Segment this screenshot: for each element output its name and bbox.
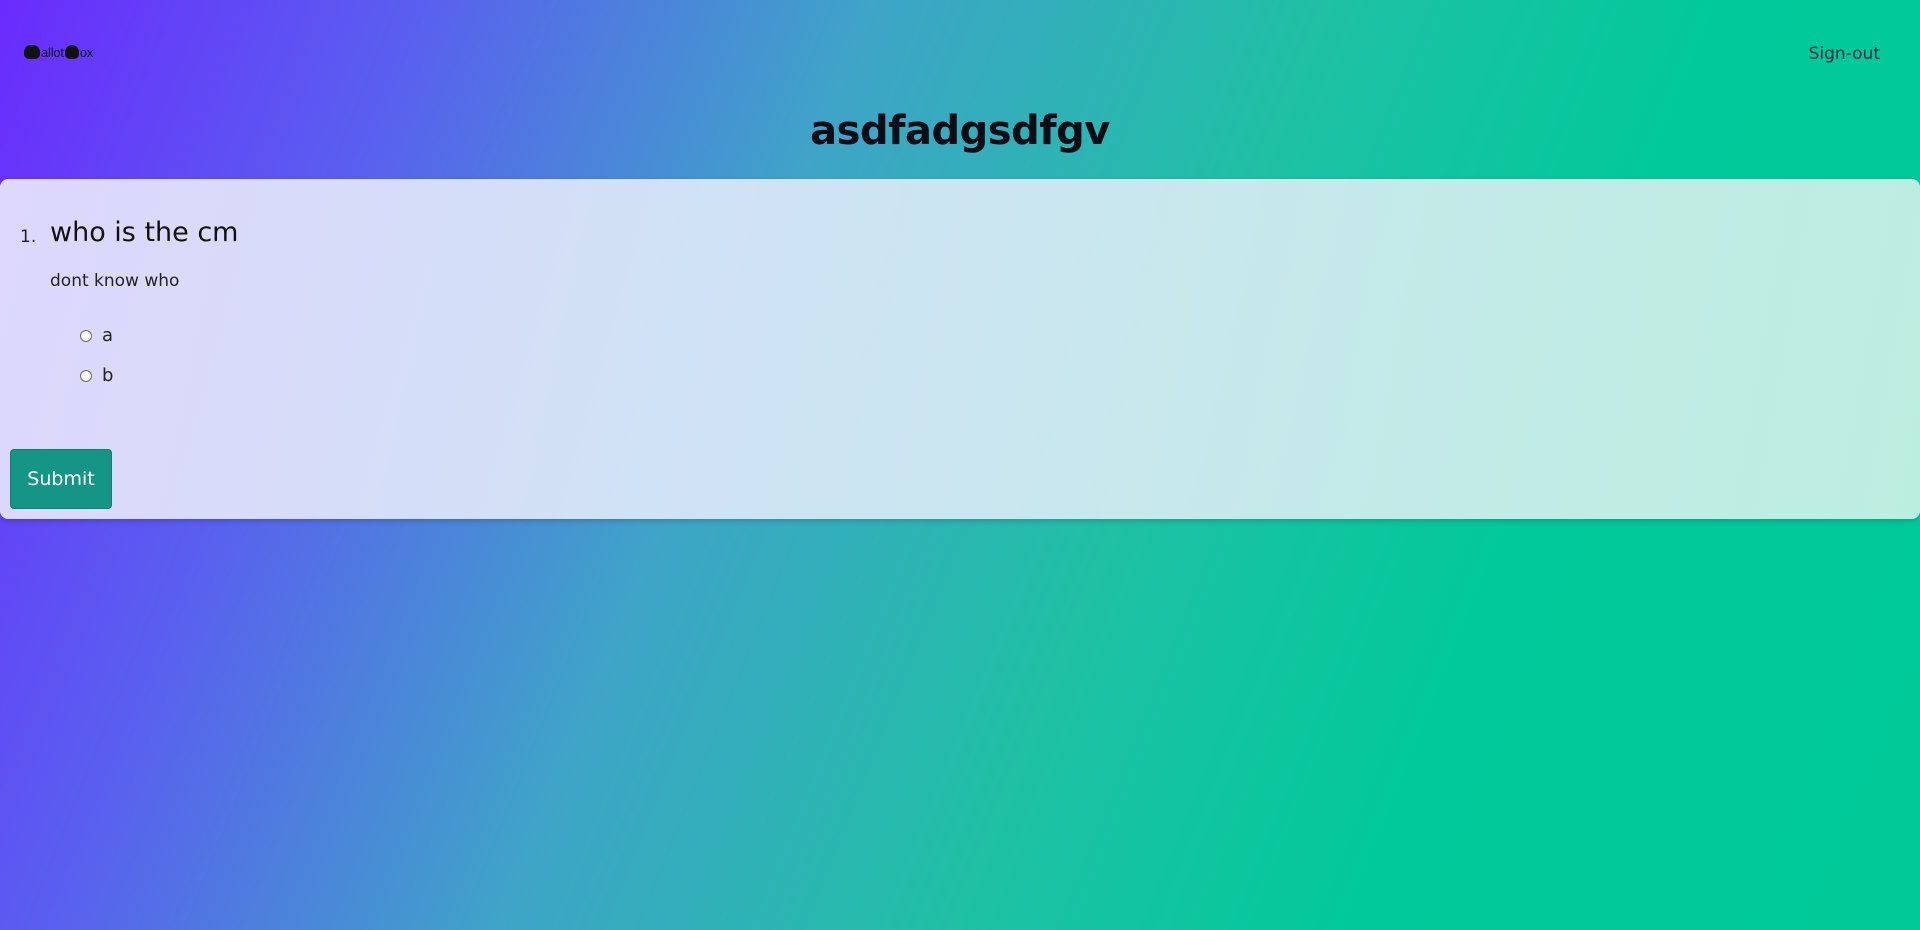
- brand-logo[interactable]: allot ox: [24, 42, 93, 62]
- option-label-b: b: [102, 365, 114, 386]
- option-label-a: a: [102, 325, 114, 346]
- brand-b-icon: [64, 45, 79, 59]
- submit-button[interactable]: Submit: [10, 449, 112, 509]
- navbar: allot ox Sign-out: [0, 0, 1920, 100]
- brand-text-part-1: allot: [41, 44, 64, 60]
- question-title: who is the cm: [50, 217, 239, 248]
- question-number: 1.: [20, 227, 37, 247]
- radio-button-b[interactable]: [80, 369, 92, 382]
- poll-card: 1. who is the cm dont know who a b Submi…: [0, 179, 1920, 519]
- option-a[interactable]: a: [80, 325, 113, 346]
- option-b[interactable]: b: [80, 365, 113, 386]
- question-description: dont know who: [50, 271, 180, 291]
- poll-title: asdfadgsdfgv: [810, 108, 1110, 154]
- brand-b-icon: [24, 45, 40, 59]
- signout-link[interactable]: Sign-out: [1809, 44, 1880, 64]
- radio-button-a[interactable]: [80, 329, 92, 342]
- brand-text-part-2: ox: [79, 44, 94, 60]
